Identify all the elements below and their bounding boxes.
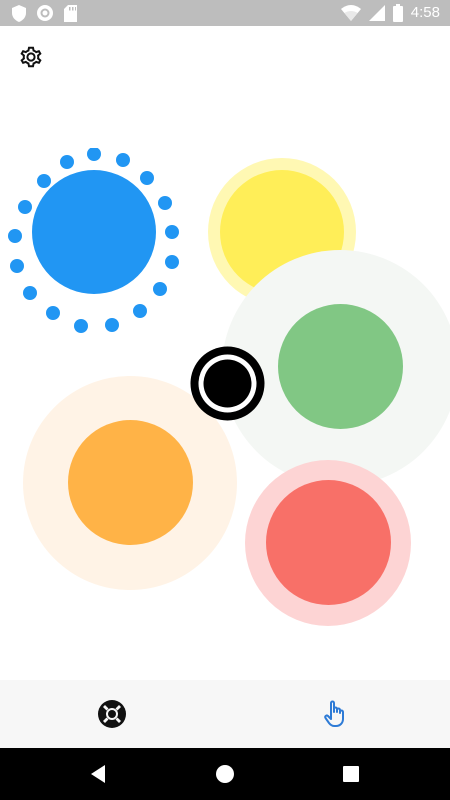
cell-signal-icon xyxy=(368,5,385,21)
red-circle[interactable] xyxy=(266,480,391,605)
recents-icon[interactable] xyxy=(339,762,363,786)
green-circle[interactable] xyxy=(278,304,403,429)
system-nav-bar xyxy=(0,748,450,800)
status-time: 4:58 xyxy=(410,4,440,21)
touch-canvas[interactable] xyxy=(0,26,450,680)
circle-notification-icon xyxy=(37,5,53,21)
orange-circle[interactable] xyxy=(68,420,193,545)
wifi-icon xyxy=(340,5,361,21)
lifebuoy-icon[interactable] xyxy=(95,697,129,731)
app-screen: 4:58 xyxy=(0,0,450,800)
sd-card-icon xyxy=(64,4,77,22)
tap-hand-icon[interactable] xyxy=(320,697,354,731)
blue-selection-ring xyxy=(8,148,179,333)
shield-icon xyxy=(12,4,26,22)
center-target-icon[interactable] xyxy=(190,346,265,421)
bottom-toolbar xyxy=(0,680,450,748)
status-right-icons: 4:58 xyxy=(340,3,440,23)
back-icon[interactable] xyxy=(87,762,111,786)
battery-icon xyxy=(392,4,403,22)
home-icon[interactable] xyxy=(213,762,237,786)
status-left-icons xyxy=(12,4,77,22)
status-bar: 4:58 xyxy=(0,0,450,26)
